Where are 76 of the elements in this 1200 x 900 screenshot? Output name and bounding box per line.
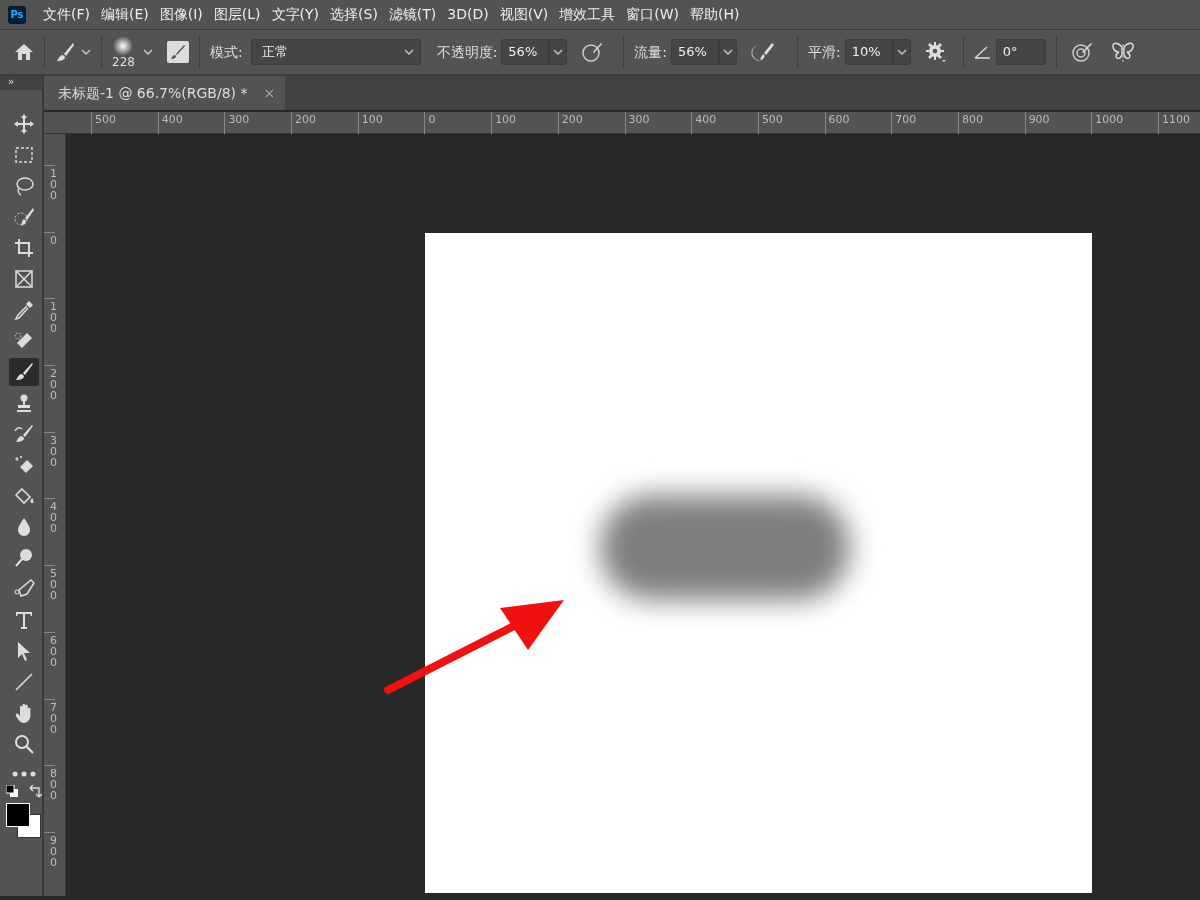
ruler-label: 500 [44, 565, 55, 632]
ruler-label: 400 [44, 498, 55, 566]
menu-item[interactable]: 滤镜(T) [388, 4, 437, 25]
eyedropper-icon [13, 299, 35, 321]
menu-item[interactable]: 文件(F) [43, 4, 90, 25]
menu-item[interactable]: 窗口(W) [626, 4, 680, 25]
menu-item[interactable]: 帮助(H) [690, 4, 740, 25]
pressure-size-icon[interactable] [1070, 41, 1093, 63]
smoothing-label: 平滑: [808, 42, 841, 62]
history-brush-icon [13, 423, 35, 445]
ruler-label: 900 [44, 831, 55, 896]
app-logo: Ps [8, 5, 26, 24]
menu-item[interactable]: 文字(Y) [271, 4, 320, 25]
mode-label: 模式: [209, 42, 243, 62]
menu-item[interactable]: 图像(I) [159, 4, 203, 25]
search-icon [13, 733, 35, 755]
caret-icon [896, 47, 907, 57]
ruler-label: 700 [44, 698, 55, 766]
document-tab[interactable]: 未标题-1 @ 66.7%(RGB/8) * × [44, 76, 286, 110]
ruler-label: 100 [44, 298, 55, 366]
ruler-label: 800 [44, 765, 55, 832]
color-swatches[interactable] [6, 803, 42, 839]
angle-icon [973, 45, 992, 59]
menu-item[interactable]: 图层(L) [213, 4, 261, 25]
default-colors-icon[interactable] [6, 785, 18, 797]
line-icon [13, 671, 35, 693]
opacity-field[interactable]: 56% [501, 39, 550, 65]
swap-colors-icon[interactable] [28, 785, 42, 799]
ruler-label: 600 [44, 631, 55, 699]
airbrush-icon[interactable] [751, 41, 776, 63]
brush-icon[interactable] [55, 42, 75, 62]
ruler-label: 300 [44, 431, 55, 499]
settings-icon[interactable] [924, 41, 947, 63]
caret-icon[interactable] [142, 47, 153, 57]
eraser-icon [13, 454, 35, 476]
flow-field[interactable]: 56% [671, 39, 720, 65]
menu-item[interactable]: 增效工具 [559, 4, 616, 25]
caret-icon [553, 47, 564, 57]
caret-icon [723, 47, 734, 57]
caret-icon[interactable] [81, 47, 91, 57]
caret-icon [403, 47, 414, 57]
menu-item[interactable]: 视图(V) [499, 4, 549, 25]
pen-icon [13, 578, 35, 600]
menu-item[interactable]: 3D(D) [447, 4, 489, 25]
type-icon [13, 609, 35, 631]
quick-selection-icon [13, 206, 35, 228]
ruler-label: 100 [44, 165, 55, 232]
ruler-label: 200 [44, 365, 55, 432]
pressure-opacity-icon[interactable] [581, 41, 604, 63]
panel-collapse-toggle[interactable]: » [0, 76, 42, 90]
ruler-label: 0 [44, 231, 55, 299]
opacity-label: 不透明度: [436, 42, 498, 62]
home-icon[interactable] [14, 43, 34, 61]
smoothing-field[interactable]: 10% [844, 39, 893, 65]
flow-label: 流量: [634, 42, 668, 62]
dropdown-button[interactable] [892, 39, 911, 65]
mode-dropdown[interactable]: 正常 [250, 39, 421, 65]
move-icon [13, 113, 35, 135]
more-tools-icon[interactable] [12, 770, 36, 777]
menu-item[interactable]: 选择(S) [330, 4, 378, 25]
brush-icon [13, 361, 35, 383]
angle-field[interactable]: 0° [995, 39, 1046, 65]
dropdown-button[interactable] [719, 39, 738, 65]
brush-settings-icon[interactable] [166, 41, 189, 63]
menu-item[interactable]: 编辑(E) [101, 4, 149, 25]
butterfly-icon[interactable] [1110, 41, 1135, 63]
rectangle-marquee-icon [13, 144, 35, 166]
crop-icon [13, 237, 35, 259]
lasso-icon [13, 175, 35, 197]
brush-size: 228 [112, 56, 135, 68]
paint-bucket-icon [13, 485, 35, 507]
brush-preview-icon[interactable] [113, 36, 134, 56]
frame-icon [13, 268, 35, 290]
dropdown-button[interactable] [549, 39, 568, 65]
tool-button[interactable] [9, 358, 39, 386]
dodge-icon [13, 547, 35, 569]
